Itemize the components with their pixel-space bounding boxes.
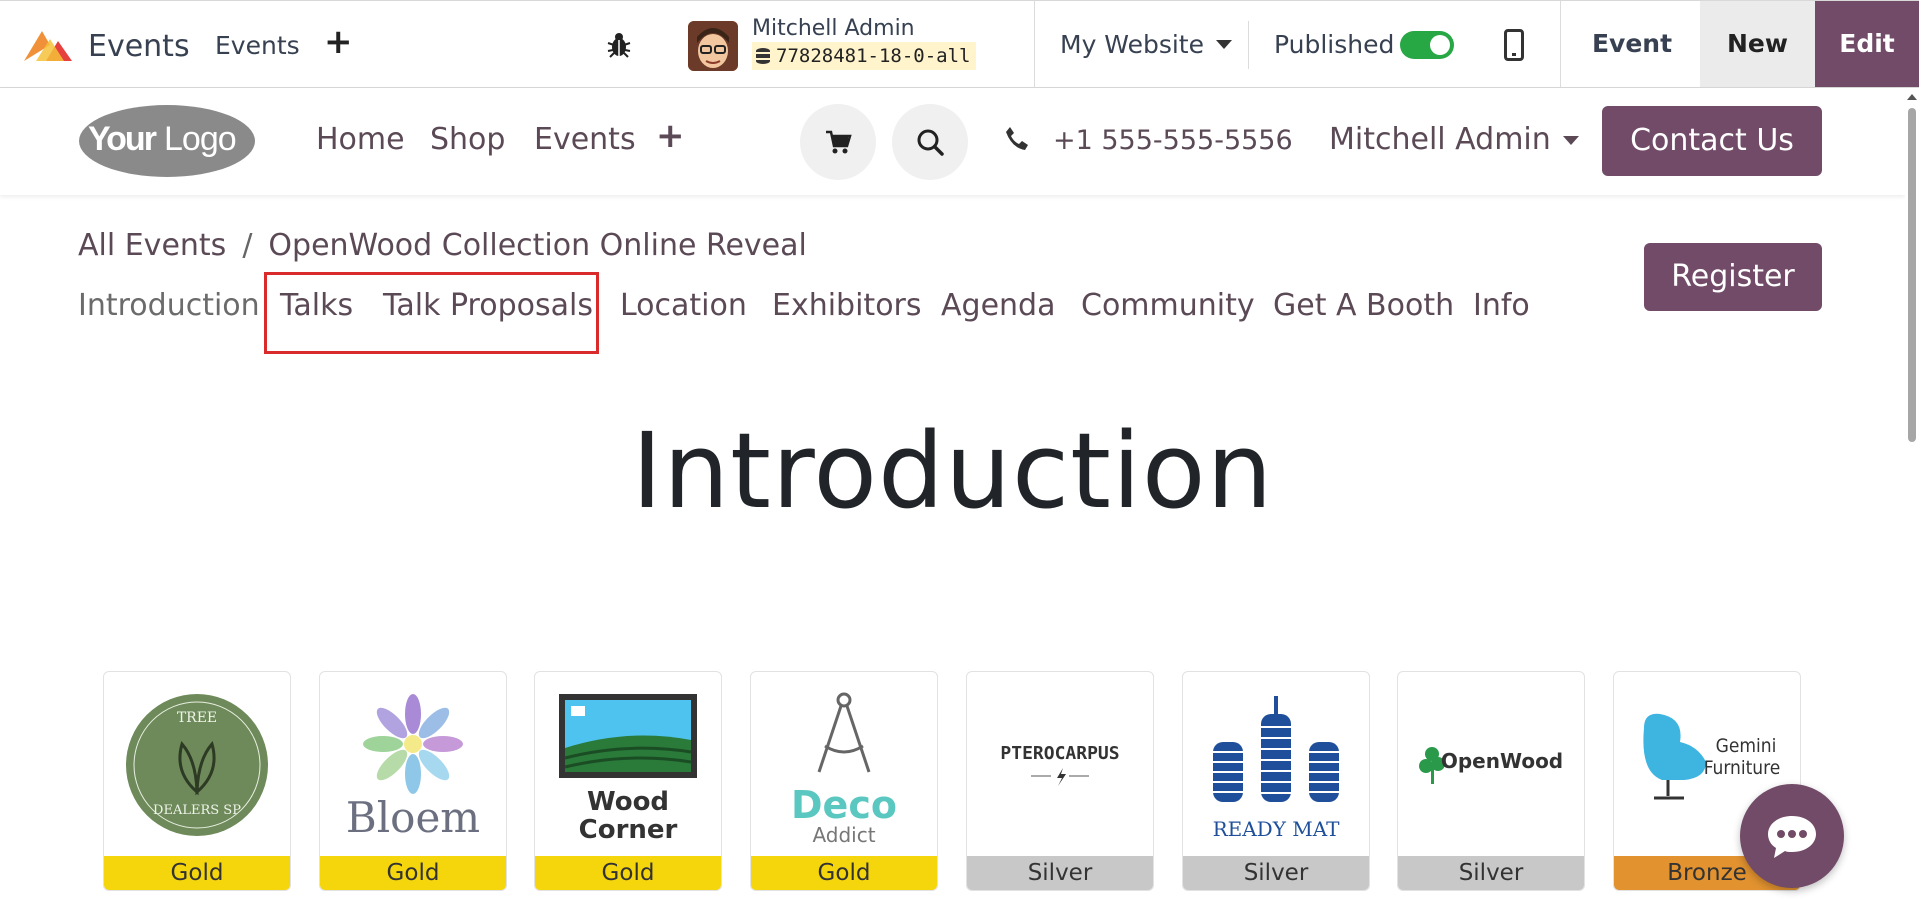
- svg-text:DEALERS SP: DEALERS SP: [153, 803, 241, 818]
- published-label: Published: [1274, 30, 1395, 59]
- sponsor-logo-pterocarpus: PTEROCARPUS: [1000, 743, 1120, 786]
- divider: [1248, 21, 1249, 69]
- sponsor-card[interactable]: PTEROCARPUS Silver: [966, 671, 1154, 891]
- tab-get-a-booth[interactable]: Get A Booth: [1273, 288, 1454, 323]
- chat-bubble-icon: [1768, 816, 1816, 858]
- sponsor-logo-openwood: OpenWood: [1419, 747, 1563, 784]
- scroll-up-arrow-icon[interactable]: [1907, 94, 1917, 100]
- breadcrumb-current: OpenWood Collection Online Reveal: [268, 228, 807, 263]
- svg-text:Bloem: Bloem: [346, 793, 480, 842]
- database-badge: 77828481-18-0-all: [752, 42, 977, 70]
- divider: [1560, 1, 1561, 87]
- svg-text:READY MAT: READY MAT: [1213, 817, 1341, 841]
- svg-text:Gemini: Gemini: [1716, 735, 1777, 757]
- svg-text:OpenWood: OpenWood: [1441, 749, 1563, 773]
- sponsor-logo-ready-mat: READY MAT: [1213, 696, 1341, 841]
- tab-exhibitors[interactable]: Exhibitors: [772, 288, 922, 323]
- chevron-down-icon: [1562, 136, 1579, 145]
- website-selector-label: My Website: [1060, 30, 1204, 59]
- tab-location[interactable]: Location: [620, 288, 747, 323]
- topbar-user-name[interactable]: Mitchell Admin: [752, 16, 915, 41]
- svg-text:Deco: Deco: [791, 783, 897, 827]
- breadcrumb: All Events / OpenWood Collection Online Re…: [78, 228, 807, 263]
- tab-agenda[interactable]: Agenda: [941, 288, 1055, 323]
- database-icon: [756, 48, 770, 64]
- sponsor-card[interactable]: TREE DEALERS SP Gold: [103, 671, 291, 891]
- svg-text:Logo: Logo: [164, 120, 236, 158]
- sponsor-tier: Gold: [751, 856, 937, 890]
- highlight-annotation-box: [264, 272, 599, 354]
- menu-events[interactable]: Events: [215, 31, 300, 60]
- debug-bug-icon[interactable]: [606, 31, 632, 59]
- sponsor-tier: Silver: [967, 856, 1153, 890]
- sponsor-tier: Gold: [320, 856, 506, 890]
- site-logo[interactable]: Your Logo: [78, 104, 256, 178]
- page-title: Introduction: [631, 410, 1274, 532]
- livechat-button[interactable]: [1740, 784, 1844, 888]
- search-button[interactable]: [892, 104, 968, 180]
- add-menu-icon[interactable]: +: [324, 25, 353, 59]
- tab-introduction[interactable]: Introduction: [78, 288, 260, 323]
- app-name[interactable]: Events: [88, 29, 190, 64]
- divider: [1034, 1, 1035, 87]
- add-page-icon[interactable]: +: [656, 116, 685, 156]
- svg-text:Corner: Corner: [579, 815, 678, 845]
- sponsor-tier: Gold: [104, 856, 290, 890]
- sponsor-tier: Silver: [1398, 856, 1584, 890]
- tab-info[interactable]: Info: [1473, 288, 1530, 323]
- scroll-thumb[interactable]: [1908, 108, 1916, 442]
- sponsor-card[interactable]: READY MAT Silver: [1182, 671, 1370, 891]
- sponsor-card[interactable]: Wood Corner Gold: [534, 671, 722, 891]
- website-header: Your Logo Home Shop Events + +1 555-555-…: [0, 88, 1905, 195]
- breadcrumb-separator: /: [242, 228, 253, 263]
- published-toggle[interactable]: [1400, 31, 1454, 59]
- search-icon: [917, 129, 944, 156]
- svg-text:Furniture: Furniture: [1704, 757, 1781, 779]
- sponsor-logo-bloem: Bloem: [346, 694, 480, 842]
- chevron-down-icon: [1215, 40, 1232, 49]
- svg-text:Your: Your: [88, 120, 157, 158]
- sponsor-card[interactable]: Deco Addict Gold: [750, 671, 938, 891]
- mobile-preview-icon[interactable]: [1504, 29, 1524, 61]
- edit-button[interactable]: Edit: [1815, 1, 1919, 87]
- contact-us-button[interactable]: Contact Us: [1602, 106, 1822, 176]
- nav-events[interactable]: Events: [534, 122, 636, 157]
- tab-community[interactable]: Community: [1081, 288, 1255, 323]
- cart-button[interactable]: [800, 104, 876, 180]
- nav-home[interactable]: Home: [316, 122, 405, 157]
- phone-icon: [1006, 127, 1028, 150]
- toggle-knob: [1430, 35, 1450, 55]
- nav-shop[interactable]: Shop: [430, 122, 505, 157]
- sponsor-logo-wood-corner: Wood Corner: [559, 694, 697, 845]
- database-name: 77828481-18-0-all: [776, 45, 971, 67]
- sponsor-tier: Silver: [1183, 856, 1369, 890]
- website-selector[interactable]: My Website: [1060, 30, 1232, 59]
- user-avatar[interactable]: [688, 21, 738, 71]
- event-button[interactable]: Event: [1562, 1, 1702, 87]
- new-button[interactable]: New: [1700, 1, 1815, 87]
- svg-text:Wood: Wood: [587, 787, 669, 817]
- breadcrumb-all-events[interactable]: All Events: [78, 228, 226, 263]
- sponsor-tier: Gold: [535, 856, 721, 890]
- page-scrollbar[interactable]: [1905, 88, 1919, 908]
- sponsor-card[interactable]: Bloem Gold: [319, 671, 507, 891]
- sponsor-logo-deco-addict: Deco Addict: [791, 692, 897, 847]
- phone-number[interactable]: +1 555-555-5556: [1053, 125, 1293, 156]
- register-button[interactable]: Register: [1644, 243, 1822, 311]
- cart-icon: [826, 130, 852, 154]
- sponsor-logo-tree-dealers: TREE DEALERS SP: [126, 694, 268, 836]
- svg-text:PTEROCARPUS: PTEROCARPUS: [1000, 743, 1119, 764]
- user-menu-label: Mitchell Admin: [1329, 122, 1551, 157]
- editor-topbar: Events Events + Mitchell Admin 77828481-…: [0, 0, 1919, 88]
- svg-text:Addict: Addict: [812, 823, 875, 847]
- user-menu[interactable]: Mitchell Admin: [1329, 122, 1579, 157]
- sponsor-card[interactable]: OpenWood Silver: [1397, 671, 1585, 891]
- odoo-app-icon[interactable]: [20, 25, 76, 65]
- svg-text:TREE: TREE: [177, 710, 217, 726]
